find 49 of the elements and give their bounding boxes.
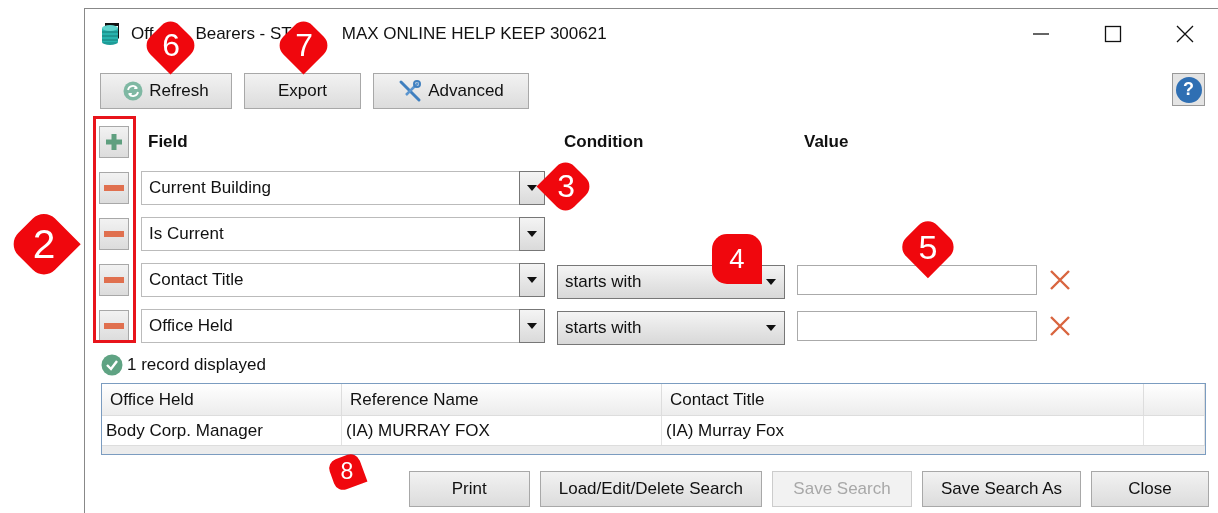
- column-header: Field: [147, 132, 189, 152]
- caret-icon: [766, 325, 776, 331]
- condition-dropdown[interactable]: starts with: [557, 311, 785, 345]
- minus-icon: [104, 277, 124, 283]
- caret-icon: [766, 279, 776, 285]
- value-field[interactable]: [797, 265, 1037, 295]
- action-button[interactable]: Save Search As: [922, 471, 1081, 507]
- toolbar-button[interactable]: Export: [244, 73, 361, 109]
- minus-icon: [104, 231, 124, 237]
- clear-icon[interactable]: [1049, 316, 1071, 336]
- field-dropdown[interactable]: Contact Title: [141, 263, 545, 297]
- toolbar-button[interactable]: Advanced: [373, 73, 529, 109]
- table-header: Contact Title: [662, 384, 1144, 415]
- minus-icon: [104, 185, 124, 191]
- remove-button[interactable]: [99, 264, 129, 296]
- maximize-icon[interactable]: [1104, 25, 1122, 43]
- status-text: 1 record displayed: [127, 355, 266, 375]
- remove-button[interactable]: [99, 310, 129, 342]
- close-icon[interactable]: [1176, 25, 1194, 43]
- callout-tooltip: 4: [712, 234, 762, 284]
- caret-icon: [527, 323, 537, 329]
- column-header: Value: [803, 132, 850, 152]
- table-header: Reference Name: [342, 384, 662, 415]
- column-header: Condition: [563, 132, 645, 152]
- action-button[interactable]: Print: [408, 471, 530, 507]
- horizontal-scrollbar[interactable]: [102, 445, 1205, 454]
- clear-icon[interactable]: [1049, 270, 1071, 290]
- help-button[interactable]: ?: [1172, 73, 1205, 106]
- minus-icon: [104, 323, 124, 329]
- remove-button[interactable]: [99, 218, 129, 250]
- value-field[interactable]: [797, 311, 1037, 341]
- action-button[interactable]: Close: [1091, 471, 1209, 507]
- field-dropdown[interactable]: Office Held: [141, 309, 545, 343]
- caret-icon: [527, 231, 537, 237]
- field-dropdown[interactable]: Is Current: [141, 217, 545, 251]
- check-icon: [101, 354, 123, 376]
- caret-icon: [527, 185, 537, 191]
- caret-icon: [527, 277, 537, 283]
- plus-icon: [105, 133, 123, 151]
- refresh-icon: [123, 81, 144, 101]
- tools-icon: [398, 79, 423, 103]
- field-dropdown[interactable]: Current Building: [141, 171, 545, 205]
- action-button[interactable]: Load/Edit/Delete Search: [539, 471, 763, 507]
- table-header: Office Held: [102, 384, 342, 415]
- remove-button[interactable]: [99, 172, 129, 204]
- add-button[interactable]: [99, 126, 129, 158]
- toolbar-button[interactable]: Refresh: [100, 73, 232, 109]
- app-icon: [101, 22, 121, 46]
- window-title: MAX ONLINE HELP KEEP 300621: [341, 24, 607, 44]
